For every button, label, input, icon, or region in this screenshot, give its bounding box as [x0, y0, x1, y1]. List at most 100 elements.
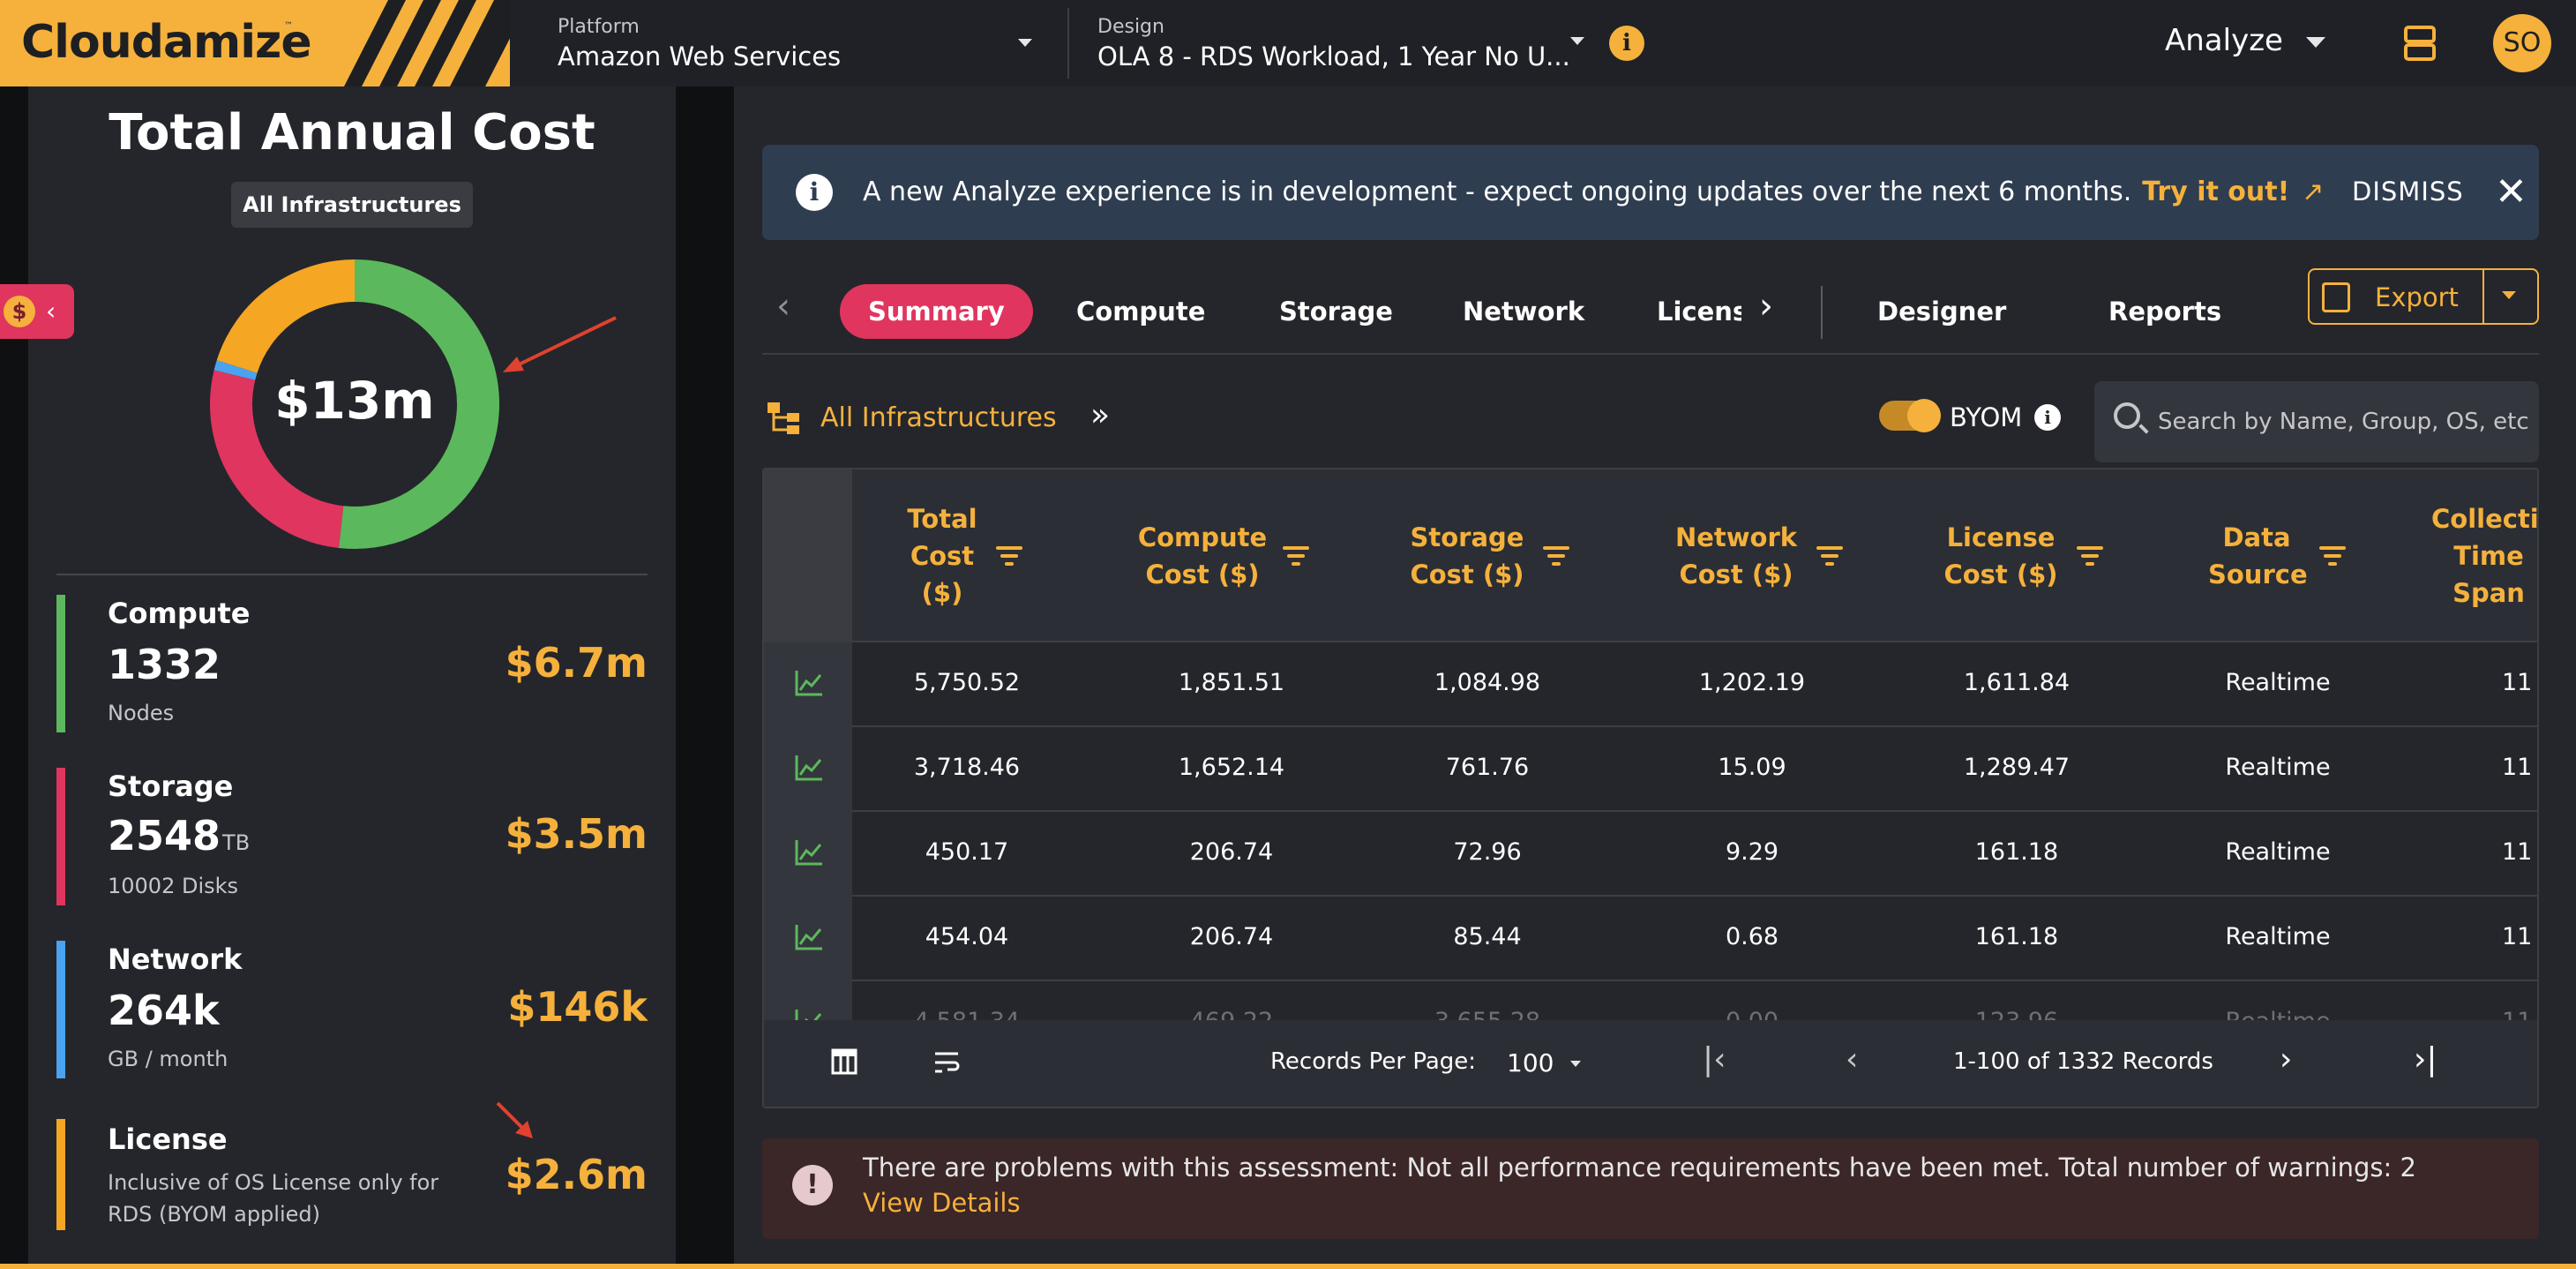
analyze-caret-icon[interactable] — [2306, 37, 2325, 48]
search-icon — [2114, 402, 2140, 429]
trend-chart-icon[interactable] — [794, 669, 824, 697]
info-icon: i — [796, 174, 833, 211]
tab-reports[interactable]: Reports — [2108, 284, 2221, 339]
filter-icon[interactable] — [1816, 542, 1843, 570]
tab-summary[interactable]: Summary — [840, 284, 1033, 339]
export-label: Export — [2375, 282, 2459, 312]
export-caret-icon[interactable] — [2502, 291, 2516, 299]
table-row[interactable]: 5,750.52 1,851.51 1,084.98 1,202.19 1,611.84… — [764, 642, 2537, 727]
table-row[interactable]: 454.04 206.74 85.44 0.68 161.18 Realtime 11 D — [764, 897, 2537, 981]
export-file-icon — [2322, 282, 2350, 312]
network-color-bar — [56, 941, 65, 1078]
table-cell: 1,202.19 — [1698, 669, 1806, 696]
byom-toggle[interactable] — [1879, 399, 1941, 432]
double-chevron-right-icon[interactable]: » — [1090, 397, 1110, 433]
external-link-icon[interactable]: ↗ — [2302, 176, 2324, 207]
breadcrumb-label: All Infrastructures — [820, 402, 1057, 433]
table-cell: 15.09 — [1718, 754, 1786, 781]
records-per-page-label: Records Per Page: — [1270, 1048, 1477, 1075]
table-row[interactable]: 3,718.46 1,652.14 761.76 15.09 1,289.47 Realt… — [764, 727, 2537, 812]
header-divider — [1067, 8, 1069, 79]
compute-count: 1332 — [108, 641, 221, 688]
chevron-left-icon: ‹ — [46, 297, 56, 326]
records-per-page-select[interactable]: 100 — [1507, 1048, 1554, 1078]
tab-network[interactable]: Network — [1463, 284, 1584, 339]
filter-icon[interactable] — [2319, 542, 2346, 570]
design-info-icon[interactable]: i — [1609, 26, 1644, 61]
table-layout-icon[interactable] — [831, 1048, 857, 1075]
col-storage-cost[interactable]: Storage Cost ($) — [1382, 469, 1593, 642]
close-icon[interactable]: ✕ — [2495, 169, 2527, 214]
panel-divider — [56, 574, 648, 575]
col-network-cost[interactable]: Network Cost ($) — [1646, 469, 1867, 642]
tab-bar: ‹ Summary Compute Storage Network Licens… — [762, 263, 2539, 355]
scope-chip[interactable]: All Infrastructures — [231, 182, 473, 228]
table-cell: Realtime — [2225, 923, 2331, 950]
banner-text: A new Analyze experience is in developme… — [863, 176, 2132, 207]
next-page-icon[interactable]: › — [2280, 1041, 2292, 1078]
table-cell: 5,750.52 — [913, 669, 1021, 696]
design-selector[interactable]: Design OLA 8 - RDS Workload, 1 Year No U… — [1097, 16, 1570, 71]
table-row[interactable]: 450.17 206.74 72.96 9.29 161.18 Realtime 11 D — [764, 812, 2537, 897]
logo[interactable]: Cloudamize ™ — [0, 0, 510, 86]
table-cell: 1,851.51 — [1178, 669, 1285, 696]
network-sub: GB / month — [108, 1047, 228, 1071]
table-cell: 0.68 — [1725, 923, 1779, 950]
warning-message: There are problems with this assessment:… — [863, 1153, 2416, 1183]
trend-chart-icon[interactable] — [794, 754, 824, 782]
tab-divider — [1821, 286, 1823, 339]
avatar[interactable]: SO — [2493, 14, 2551, 72]
trend-chart-icon[interactable] — [794, 838, 824, 867]
col-data-source[interactable]: Data Source — [2167, 469, 2387, 642]
app-root: Cloudamize ™ Platform Amazon Web Service… — [0, 0, 2576, 1269]
table-cell: 85.44 — [1453, 923, 1522, 950]
storage-number: 2548 — [108, 812, 221, 860]
search-box[interactable] — [2094, 381, 2539, 462]
hierarchy-icon — [768, 402, 799, 434]
tabs-divider — [762, 353, 2539, 355]
col-license-cost[interactable]: License Cost ($) — [1911, 469, 2131, 642]
donut-slice-license[interactable] — [216, 259, 356, 374]
filter-icon[interactable] — [1543, 542, 1569, 570]
dismiss-button[interactable]: DISMISS — [2352, 176, 2464, 206]
filter-icon[interactable] — [2077, 542, 2103, 570]
export-button[interactable]: Export — [2308, 268, 2539, 325]
view-details-link[interactable]: View Details — [863, 1188, 1021, 1218]
database-icon[interactable] — [2403, 25, 2437, 62]
first-page-icon[interactable]: |‹ — [1703, 1041, 1726, 1078]
license-title: License — [108, 1123, 228, 1156]
wrap-text-icon[interactable] — [933, 1050, 960, 1075]
last-page-icon[interactable]: ›| — [2414, 1041, 2437, 1078]
col-label: Total Cost ($) — [907, 504, 977, 608]
table-cell: 161.18 — [1974, 838, 2059, 866]
prev-page-icon[interactable]: ‹ — [1846, 1041, 1858, 1078]
platform-caret-icon[interactable] — [1018, 39, 1032, 47]
tab-license[interactable]: License — [1657, 284, 1741, 339]
trend-chart-icon[interactable] — [794, 923, 824, 951]
col-total-cost[interactable]: Total Cost ($) — [879, 469, 1046, 642]
design-caret-icon[interactable] — [1570, 37, 1584, 45]
tabs-scroll-left-icon[interactable]: ‹ — [776, 286, 790, 327]
table-cell: 1,084.98 — [1434, 669, 1541, 696]
try-it-link[interactable]: Try it out! — [2142, 176, 2289, 207]
filter-icon[interactable] — [1283, 542, 1309, 570]
tab-designer[interactable]: Designer — [1877, 284, 2006, 339]
cost-panel-toggle[interactable]: $ ‹ — [0, 284, 74, 339]
bottom-accent — [0, 1264, 2576, 1269]
platform-selector[interactable]: Platform Amazon Web Services — [558, 16, 841, 71]
tab-compute[interactable]: Compute — [1076, 284, 1205, 339]
search-input[interactable] — [2158, 401, 2528, 443]
byom-info-icon[interactable]: i — [2034, 404, 2061, 431]
filter-icon[interactable] — [996, 542, 1022, 570]
record-range: 1-100 of 1332 Records — [1953, 1048, 2213, 1075]
table-cell: Realtime — [2225, 754, 2331, 781]
compute-cost: $6.7m — [505, 639, 648, 687]
per-page-caret-icon[interactable] — [1570, 1061, 1581, 1067]
tab-storage[interactable]: Storage — [1279, 284, 1393, 339]
tabs-scroll-right-icon[interactable]: › — [1759, 286, 1773, 327]
storage-amount: 2548TB — [108, 812, 250, 860]
analyze-menu[interactable]: Analyze — [2165, 23, 2283, 58]
col-collection-time[interactable]: Collection Time Span — [2431, 469, 2537, 642]
table-cell: 206.74 — [1189, 923, 1274, 950]
col-compute-cost[interactable]: Compute Cost ($) — [1117, 469, 1329, 642]
